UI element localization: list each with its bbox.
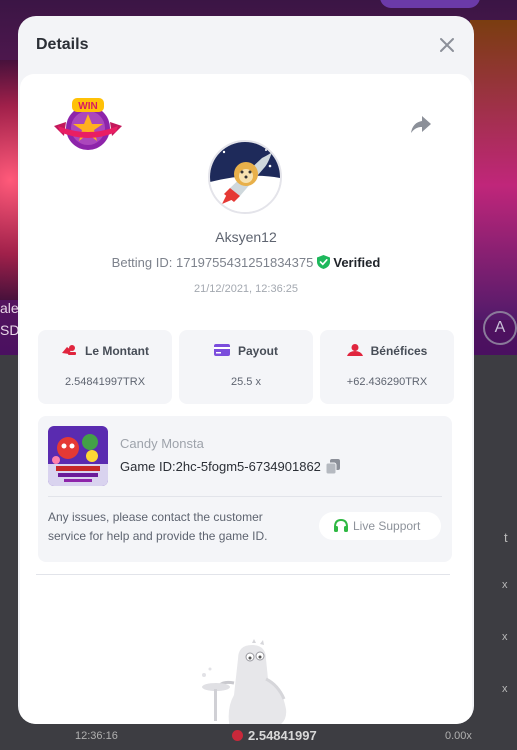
- stat-header: Bénéfices: [320, 344, 454, 358]
- divider: [48, 496, 442, 497]
- bet-timestamp: 21/12/2021, 12:36:25: [194, 283, 298, 295]
- details-modal: Details WIN Aksyen12 Betting ID: 1719755…: [18, 16, 474, 724]
- rocket-doge-avatar-icon: [210, 142, 280, 212]
- background-text: x: [502, 631, 508, 643]
- candy-monsta-thumbnail-icon: [48, 426, 108, 486]
- stat-card-amount: Le Montant 2.54841997TRX: [38, 330, 172, 404]
- background-text: SD: [0, 322, 20, 338]
- coins-icon: [62, 345, 76, 355]
- dinosaur-mascot-icon: [202, 639, 287, 724]
- copy-icon[interactable]: [325, 459, 340, 474]
- background-text: t: [504, 530, 508, 545]
- betting-id-line: Betting ID: 1719755431251834375 Verified: [20, 255, 472, 270]
- card-icon: [213, 344, 230, 356]
- stat-label: Payout: [237, 344, 278, 358]
- headset-icon: [334, 518, 348, 532]
- username: Aksyen12: [215, 229, 277, 245]
- background-text: x: [502, 579, 508, 591]
- close-icon: [440, 38, 454, 52]
- stat-card-profit: Bénéfices +62.436290TRX: [320, 330, 454, 404]
- verified-shield-icon: [317, 255, 331, 269]
- background-text: x: [502, 683, 508, 695]
- background-art-right: [470, 20, 517, 320]
- divider: [36, 574, 450, 575]
- stat-header: Le Montant: [38, 344, 172, 358]
- live-support-button[interactable]: Live Support: [319, 512, 441, 540]
- background-row-time: 12:36:16: [75, 730, 118, 742]
- stat-label: Bénéfices: [370, 344, 428, 358]
- stat-header: Payout: [179, 344, 313, 358]
- background-row-amount-value: 2.54841997: [248, 728, 317, 743]
- verified-label: Verified: [333, 255, 381, 270]
- modal-header: Details: [18, 16, 474, 74]
- background-text: ale: [0, 300, 19, 316]
- background-row-amount: 2.54841997: [232, 728, 317, 743]
- game-name: Candy Monsta: [120, 436, 204, 451]
- win-badge-icon: WIN: [54, 98, 122, 150]
- svg-text:WIN: WIN: [78, 101, 97, 112]
- trx-coin-icon: [232, 730, 243, 741]
- stat-value: 2.54841997TRX: [64, 376, 146, 388]
- share-icon[interactable]: [410, 114, 432, 134]
- live-support-label: Live Support: [353, 519, 421, 533]
- betting-id: Betting ID: 1719755431251834375: [111, 255, 314, 270]
- game-id-text: Game ID:2hc-5fogm5-6734901862: [120, 459, 321, 474]
- background-row-multiplier: 0.00x: [445, 730, 472, 742]
- game-card: Candy Monsta Game ID:2hc-5fogm5-67349018…: [38, 416, 452, 562]
- background-top-button: [380, 0, 480, 8]
- modal-title: Details: [36, 36, 89, 53]
- close-button[interactable]: [438, 36, 456, 54]
- game-id: Game ID:2hc-5fogm5-6734901862: [120, 459, 340, 474]
- stat-value: +62.436290TRX: [346, 376, 428, 388]
- profit-icon: [346, 344, 363, 356]
- game-thumbnail[interactable]: [48, 426, 108, 486]
- background-circle-button: A: [483, 311, 517, 345]
- stat-card-payout: Payout 25.5 x: [179, 330, 313, 404]
- avatar: [208, 140, 282, 214]
- bet-details-panel: WIN Aksyen12 Betting ID: 171975543125183…: [20, 74, 472, 724]
- support-notice: Any issues, please contact the customer …: [48, 510, 268, 543]
- stat-label: Le Montant: [85, 344, 149, 358]
- stat-value: 25.5 x: [231, 376, 261, 388]
